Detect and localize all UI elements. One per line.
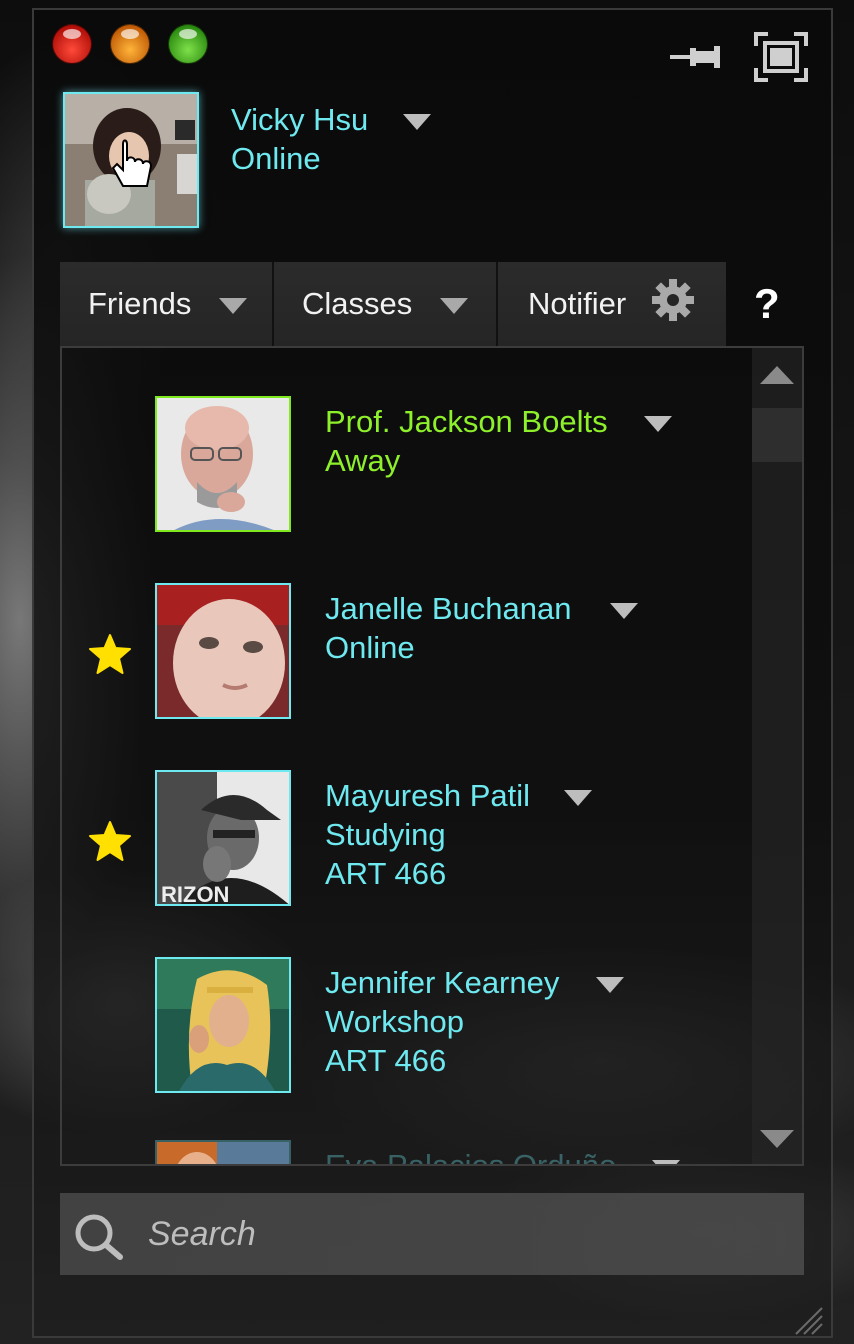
tab-notifier-label: Notifier	[528, 286, 627, 321]
contact-avatar[interactable]: RIZON	[155, 770, 291, 906]
resize-handle-icon[interactable]	[792, 1306, 826, 1341]
list-item[interactable]: Eva Palacios Orduño	[62, 1140, 752, 1164]
window-tools	[670, 32, 808, 82]
contact-status: Studying	[325, 817, 446, 852]
scrollbar[interactable]	[752, 348, 802, 1164]
tab-bar: Friends Classes Notifier	[60, 262, 726, 346]
user-name[interactable]: Vicky Hsu	[231, 102, 368, 138]
contact-avatar[interactable]	[155, 957, 291, 1093]
contact-class: ART 466	[325, 1043, 447, 1078]
search-input[interactable]	[148, 1203, 778, 1265]
gear-icon[interactable]	[652, 279, 695, 329]
contact-name[interactable]: Eva Palacios Orduño	[325, 1148, 616, 1164]
chevron-down-icon[interactable]	[403, 114, 431, 135]
chevron-down-icon[interactable]	[596, 977, 624, 998]
contact-list: Prof. Jackson Boelts Away Janelle Buchan…	[60, 346, 804, 1166]
star-icon[interactable]	[88, 633, 132, 680]
tab-notifier[interactable]: Notifier	[498, 262, 726, 346]
scrollbar-thumb[interactable]	[752, 408, 802, 462]
help-button[interactable]: ?	[754, 280, 780, 328]
contact-name[interactable]: Prof. Jackson Boelts	[325, 404, 608, 440]
contact-avatar[interactable]	[155, 1140, 291, 1164]
chevron-down-icon[interactable]	[610, 603, 638, 624]
chevron-down-icon[interactable]	[564, 790, 592, 811]
chevron-down-icon[interactable]	[652, 1160, 680, 1164]
contact-name[interactable]: Janelle Buchanan	[325, 591, 571, 627]
tab-classes[interactable]: Classes	[274, 262, 498, 346]
tab-friends[interactable]: Friends	[60, 262, 274, 346]
contact-class: ART 466	[325, 856, 447, 891]
contact-name[interactable]: Mayuresh Patil	[325, 778, 530, 814]
chevron-down-icon	[440, 286, 469, 322]
star-icon[interactable]	[88, 820, 132, 867]
contact-status: Away	[325, 443, 401, 478]
svg-text:RIZON: RIZON	[161, 882, 229, 906]
contact-status: Workshop	[325, 1004, 464, 1039]
scroll-up-icon[interactable]	[760, 366, 794, 389]
list-item[interactable]: Jennifer Kearney Workshop ART 466	[62, 957, 752, 1097]
search-bar	[60, 1193, 804, 1275]
search-icon	[74, 1213, 130, 1266]
close-button[interactable]	[52, 24, 92, 64]
list-item[interactable]: RIZON Mayuresh Patil Studying ART 466	[62, 770, 752, 910]
fullscreen-icon[interactable]	[754, 32, 808, 82]
contact-status: Online	[325, 630, 415, 665]
window-controls	[52, 24, 208, 64]
contact-name[interactable]: Jennifer Kearney	[325, 965, 559, 1001]
pin-icon[interactable]	[670, 42, 730, 72]
list-item[interactable]: Prof. Jackson Boelts Away	[62, 396, 752, 536]
zoom-button[interactable]	[168, 24, 208, 64]
minimize-button[interactable]	[110, 24, 150, 64]
user-avatar[interactable]	[63, 92, 199, 228]
tab-classes-label: Classes	[302, 286, 413, 321]
chevron-down-icon[interactable]	[644, 416, 672, 437]
list-item[interactable]: Janelle Buchanan Online	[62, 583, 752, 723]
tab-friends-label: Friends	[88, 286, 192, 321]
contact-avatar[interactable]	[155, 583, 291, 719]
chevron-down-icon	[219, 286, 248, 322]
user-status: Online	[231, 141, 321, 176]
contact-avatar[interactable]	[155, 396, 291, 532]
scroll-down-icon[interactable]	[760, 1130, 794, 1153]
